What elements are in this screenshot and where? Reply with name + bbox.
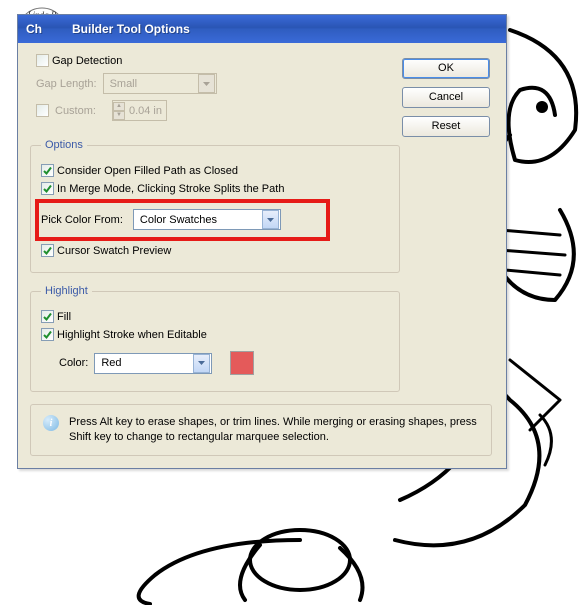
gap-detection-checkbox[interactable]	[36, 54, 49, 67]
gap-length-label: Gap Length:	[36, 78, 97, 90]
highlight-legend: Highlight	[41, 285, 92, 297]
dialog: Ch Builder Tool Options OK Cancel Reset …	[17, 14, 507, 469]
custom-value-field[interactable]: ▲▼ 0.04 in	[112, 100, 167, 121]
cursor-swatch-label: Cursor Swatch Preview	[57, 245, 171, 257]
fill-checkbox[interactable]	[41, 310, 54, 323]
pick-color-select[interactable]: Color Swatches	[133, 209, 281, 230]
color-value: Red	[95, 357, 192, 369]
custom-value: 0.04 in	[125, 105, 166, 117]
options-group: Options Consider Open Filled Path as Clo…	[30, 139, 400, 273]
reset-button[interactable]: Reset	[402, 116, 490, 137]
cancel-button[interactable]: Cancel	[402, 87, 490, 108]
highlight-stroke-checkbox[interactable]	[41, 328, 54, 341]
pick-color-label: Pick Color From:	[41, 214, 123, 226]
title: Builder Tool Options	[72, 22, 190, 36]
custom-checkbox[interactable]	[36, 104, 49, 117]
color-swatch[interactable]	[230, 351, 254, 375]
fill-label: Fill	[57, 311, 71, 323]
gap-detection-label: Gap Detection	[52, 55, 122, 67]
tip-box: i Press Alt key to erase shapes, or trim…	[30, 404, 492, 456]
merge-mode-label: In Merge Mode, Clicking Stroke Splits th…	[57, 183, 284, 195]
info-icon: i	[43, 415, 59, 431]
dialog-buttons: OK Cancel Reset	[402, 58, 490, 137]
stepper-icon: ▲▼	[113, 102, 125, 120]
consider-open-label: Consider Open Filled Path as Closed	[57, 165, 238, 177]
gap-group: Gap Detection Gap Length: Small Custom: …	[30, 51, 276, 131]
title-prefix: Ch	[26, 22, 42, 36]
custom-label: Custom:	[55, 105, 96, 117]
gap-length-value: Small	[104, 78, 197, 90]
color-label: Color:	[59, 357, 88, 369]
color-select[interactable]: Red	[94, 353, 212, 374]
pick-color-value: Color Swatches	[134, 214, 261, 226]
chevron-down-icon	[198, 74, 215, 93]
merge-mode-checkbox[interactable]	[41, 182, 54, 195]
chevron-down-icon	[193, 354, 210, 373]
cursor-swatch-checkbox[interactable]	[41, 244, 54, 257]
options-legend: Options	[41, 139, 87, 151]
highlight-group: Highlight Fill Highlight Stroke when Edi…	[30, 285, 400, 392]
chevron-down-icon	[262, 210, 279, 229]
highlight-stroke-label: Highlight Stroke when Editable	[57, 329, 207, 341]
titlebar[interactable]: Ch Builder Tool Options	[18, 15, 506, 43]
tip-text: Press Alt key to erase shapes, or trim l…	[69, 415, 479, 445]
ok-button[interactable]: OK	[402, 58, 490, 79]
consider-open-checkbox[interactable]	[41, 164, 54, 177]
gap-length-select[interactable]: Small	[103, 73, 217, 94]
